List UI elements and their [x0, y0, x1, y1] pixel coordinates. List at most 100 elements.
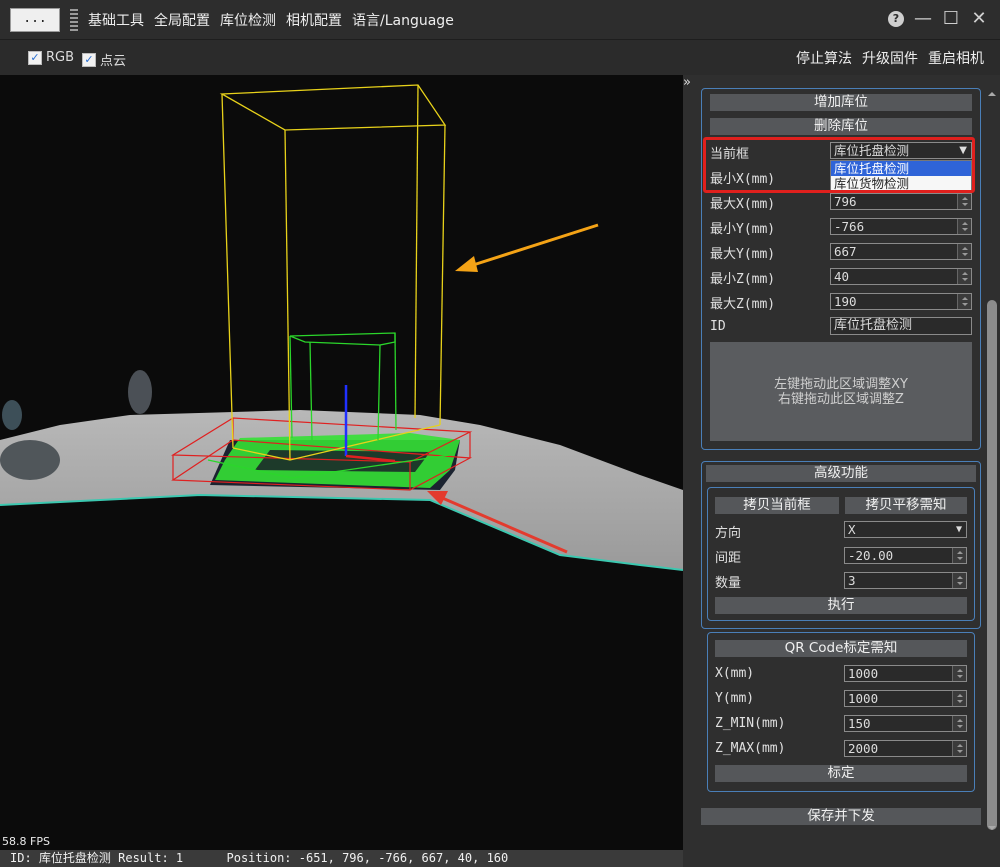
max-x-value: 796	[834, 194, 857, 209]
qr-zmin-label: Z_MIN(mm)	[715, 716, 786, 731]
qr-y-label: Y(mm)	[715, 691, 755, 706]
rgb-label: RGB	[46, 50, 75, 65]
max-x-spinbox[interactable]: 796	[830, 193, 972, 210]
menu-bar: 基础工具 全局配置 库位检测 相机配置 语言/Language	[88, 10, 454, 30]
spacing-value: -20.00	[848, 548, 894, 563]
drag-hint-xy: 左键拖动此区域调整XY	[774, 376, 908, 392]
toolbar-grip-handle[interactable]	[70, 9, 78, 33]
spin-arrows-icon[interactable]	[952, 548, 966, 563]
max-z-value: 190	[834, 294, 857, 309]
qr-x-spinbox[interactable]: 1000	[844, 665, 967, 682]
spin-arrows-icon[interactable]	[957, 219, 971, 234]
spin-arrows-icon[interactable]	[952, 741, 966, 756]
direction-select[interactable]: X ▼	[844, 521, 967, 538]
status-bar: ID: 库位托盘检测 Result: 1 Position: -651, 796…	[0, 850, 683, 867]
window-controls: ? — ☐ ✕	[888, 8, 988, 29]
restart-camera-button[interactable]: 重启相机	[928, 48, 984, 68]
menu-slot-detection[interactable]: 库位检测	[220, 10, 276, 30]
spin-arrows-icon[interactable]	[957, 269, 971, 284]
max-y-spinbox[interactable]: 667	[830, 243, 972, 260]
calibrate-button[interactable]: 标定	[715, 765, 967, 782]
checkbox-checked-icon[interactable]: ✓	[82, 52, 96, 67]
pointcloud-label: 点云	[100, 54, 127, 69]
id-input[interactable]: 库位托盘检测	[830, 317, 972, 335]
maximize-icon[interactable]: ☐	[942, 8, 960, 29]
add-slot-button[interactable]: 增加库位	[710, 94, 972, 111]
left-object-cloud	[0, 440, 60, 480]
double-chevron-right-icon[interactable]: »	[683, 75, 697, 90]
qr-zmax-value: 2000	[848, 741, 879, 756]
close-icon[interactable]: ✕	[970, 8, 988, 29]
min-y-spinbox[interactable]: -766	[830, 218, 972, 235]
min-z-label: 最小Z(mm)	[710, 272, 776, 287]
max-z-label: 最大Z(mm)	[710, 297, 776, 312]
left-object-cloud-3	[2, 400, 22, 430]
min-z-spinbox[interactable]: 40	[830, 268, 972, 285]
max-y-label: 最大Y(mm)	[710, 247, 776, 262]
menu-camera-config[interactable]: 相机配置	[286, 10, 342, 30]
fps-counter: 58.8 FPS	[2, 835, 50, 848]
pointcloud-scene	[0, 84, 683, 571]
qr-x-value: 1000	[848, 666, 879, 681]
qr-x-label: X(mm)	[715, 666, 755, 681]
spin-arrows-icon[interactable]	[957, 194, 971, 209]
menu-language[interactable]: 语言/Language	[352, 10, 454, 30]
outer-bounding-box	[219, 84, 447, 461]
checkbox-checked-icon[interactable]: ✓	[28, 50, 42, 65]
stop-algorithm-button[interactable]: 停止算法	[796, 48, 852, 68]
pointcloud-checkbox[interactable]: ✓ 点云	[82, 50, 126, 69]
annotation-highlight-box	[703, 137, 975, 193]
copy-shift-notice-button[interactable]: 拷贝平移需知	[845, 497, 967, 514]
execute-button[interactable]: 执行	[715, 597, 967, 614]
qr-y-value: 1000	[848, 691, 879, 706]
menu-global-config[interactable]: 全局配置	[154, 10, 210, 30]
count-spinbox[interactable]: 3	[844, 572, 967, 589]
spacing-label: 间距	[715, 551, 742, 566]
qr-y-spinbox[interactable]: 1000	[844, 690, 967, 707]
save-and-send-button[interactable]: 保存并下发	[701, 808, 981, 825]
spin-arrows-icon[interactable]	[952, 716, 966, 731]
id-label: ID	[710, 319, 726, 334]
drag-adjust-area[interactable]: 左键拖动此区域调整XY 右键拖动此区域调整Z	[710, 342, 972, 441]
more-button[interactable]: ...	[10, 8, 60, 32]
spacing-spinbox[interactable]: -20.00	[844, 547, 967, 564]
scroll-down-icon[interactable]	[988, 826, 996, 830]
max-y-value: 667	[834, 244, 857, 259]
menu-basic-tools[interactable]: 基础工具	[88, 10, 144, 30]
spin-arrows-icon[interactable]	[957, 294, 971, 309]
scrollbar-thumb[interactable]	[987, 300, 997, 830]
question-circle-icon[interactable]: ?	[888, 10, 904, 27]
count-value: 3	[848, 573, 856, 588]
copy-current-box-button[interactable]: 拷贝当前框	[715, 497, 839, 514]
scroll-up-icon[interactable]	[988, 92, 996, 96]
chevron-down-icon: ▼	[955, 524, 962, 535]
pointcloud-viewport[interactable]: 58.8 FPS	[0, 75, 683, 850]
min-y-value: -766	[834, 219, 865, 234]
spin-arrows-icon[interactable]	[952, 666, 966, 681]
min-z-value: 40	[834, 269, 850, 284]
qr-notice-button[interactable]: QR Code标定需知	[715, 640, 967, 657]
orange-annotation-arrow	[455, 223, 599, 272]
delete-slot-button[interactable]: 删除库位	[710, 118, 972, 135]
direction-label: 方向	[715, 526, 742, 541]
rgb-checkbox[interactable]: ✓ RGB	[28, 50, 74, 65]
max-z-spinbox[interactable]: 190	[830, 293, 972, 310]
qr-zmin-spinbox[interactable]: 150	[844, 715, 967, 732]
max-x-label: 最大X(mm)	[710, 197, 776, 212]
qr-zmax-label: Z_MAX(mm)	[715, 741, 786, 756]
left-object-cloud-2	[128, 370, 152, 414]
qr-zmax-spinbox[interactable]: 2000	[844, 740, 967, 757]
minimize-icon[interactable]: —	[914, 8, 932, 29]
advanced-title: 高级功能	[706, 465, 976, 482]
spin-arrows-icon[interactable]	[957, 244, 971, 259]
count-label: 数量	[715, 576, 742, 591]
qr-zmin-value: 150	[848, 716, 871, 731]
spin-arrows-icon[interactable]	[952, 573, 966, 588]
floor-point-cloud	[0, 410, 683, 570]
title-bar: ... 基础工具 全局配置 库位检测 相机配置 语言/Language ? — …	[0, 0, 1000, 40]
upgrade-firmware-button[interactable]: 升级固件	[862, 48, 918, 68]
drag-hint-z: 右键拖动此区域调整Z	[778, 391, 904, 407]
spin-arrows-icon[interactable]	[952, 691, 966, 706]
toolbar: ✓ RGB ✓ 点云 停止算法 升级固件 重启相机	[0, 41, 1000, 75]
min-y-label: 最小Y(mm)	[710, 222, 776, 237]
